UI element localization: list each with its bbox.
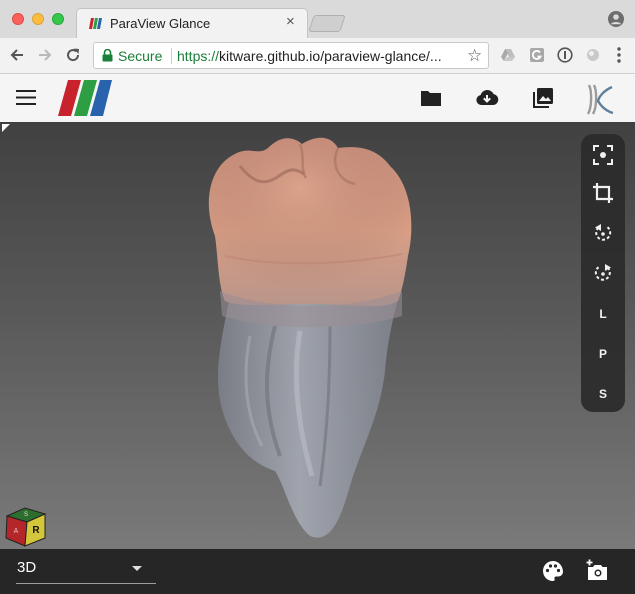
info-extension-icon[interactable] <box>557 47 573 63</box>
cloud-download-icon[interactable] <box>475 86 499 110</box>
bookmark-star-icon[interactable]: ☆ <box>467 47 482 64</box>
address-bar-divider <box>171 48 172 64</box>
rotate-right-icon <box>594 264 611 281</box>
view-axis-p-button[interactable]: P <box>591 342 615 366</box>
chevron-down-icon <box>132 566 142 571</box>
minimize-window-button[interactable] <box>32 13 44 25</box>
view-type-value: 3D <box>17 559 37 576</box>
g-extension-icon[interactable] <box>529 47 545 63</box>
tab-title: ParaView Glance <box>110 16 211 31</box>
view-corner-marker <box>2 124 10 132</box>
rotate-left-button[interactable] <box>591 221 615 245</box>
secure-label: Secure <box>118 48 163 64</box>
crop-button[interactable] <box>591 181 615 205</box>
tab-close-icon[interactable]: × <box>286 14 295 29</box>
kitware-logo[interactable] <box>585 83 615 115</box>
more-vert-icon[interactable] <box>617 46 621 64</box>
view-axis-l-button[interactable]: L <box>591 302 615 326</box>
crop-icon <box>593 183 613 203</box>
reset-camera-button[interactable] <box>591 143 615 167</box>
rotate-right-button[interactable] <box>591 261 615 285</box>
url-path: /paraview-glance/... <box>320 48 442 64</box>
view-axis-s-button[interactable]: S <box>591 382 615 406</box>
close-window-button[interactable] <box>12 13 24 25</box>
new-tab-button[interactable] <box>308 15 346 32</box>
folder-icon[interactable] <box>419 86 443 110</box>
view-tools-panel: L P S <box>581 134 625 412</box>
url-text[interactable]: https://kitware.github.io/paraview-glanc… <box>177 48 462 64</box>
forward-arrow-icon[interactable] <box>36 46 54 64</box>
view-axis-p-label: P <box>598 347 607 361</box>
view-footer: 3D <box>0 549 635 594</box>
reload-icon[interactable] <box>64 46 82 64</box>
reset-camera-icon <box>593 145 613 165</box>
orientation-cube[interactable]: R S A <box>3 502 49 548</box>
address-bar[interactable]: Secure https://kitware.github.io/paravie… <box>93 42 489 69</box>
app-header <box>0 74 635 122</box>
rotate-left-icon <box>595 224 612 241</box>
render-viewport[interactable]: R S A L P S <box>0 122 635 549</box>
browser-tab-strip: ParaView Glance × <box>0 0 635 38</box>
cube-top-label: S <box>24 512 28 518</box>
tooth-volume-rendering <box>208 137 412 538</box>
lock-icon <box>102 49 113 62</box>
palette-icon[interactable] <box>541 559 565 583</box>
url-host: kitware.github.io <box>219 48 321 64</box>
back-arrow-icon[interactable] <box>8 46 26 64</box>
menu-icon[interactable] <box>16 90 36 105</box>
view-type-select[interactable]: 3D <box>16 555 156 584</box>
url-scheme: https:// <box>177 48 220 64</box>
circle-extension-icon[interactable] <box>585 47 601 63</box>
maximize-window-button[interactable] <box>52 13 64 25</box>
browser-tab[interactable]: ParaView Glance × <box>76 8 308 38</box>
image-icon[interactable] <box>531 86 555 110</box>
screenshot-icon[interactable] <box>585 559 609 583</box>
browser-toolbar: Secure https://kitware.github.io/paravie… <box>0 38 635 74</box>
profile-icon[interactable] <box>608 11 624 27</box>
view-axis-s-label: S <box>598 387 607 401</box>
view-axis-l-label: L <box>599 307 607 321</box>
paraview-logo <box>58 80 112 116</box>
drive-extension-icon[interactable] <box>500 47 516 63</box>
cube-side-label: A <box>14 528 19 535</box>
cube-face-label: R <box>32 525 40 536</box>
paraview-favicon-icon <box>89 18 102 29</box>
